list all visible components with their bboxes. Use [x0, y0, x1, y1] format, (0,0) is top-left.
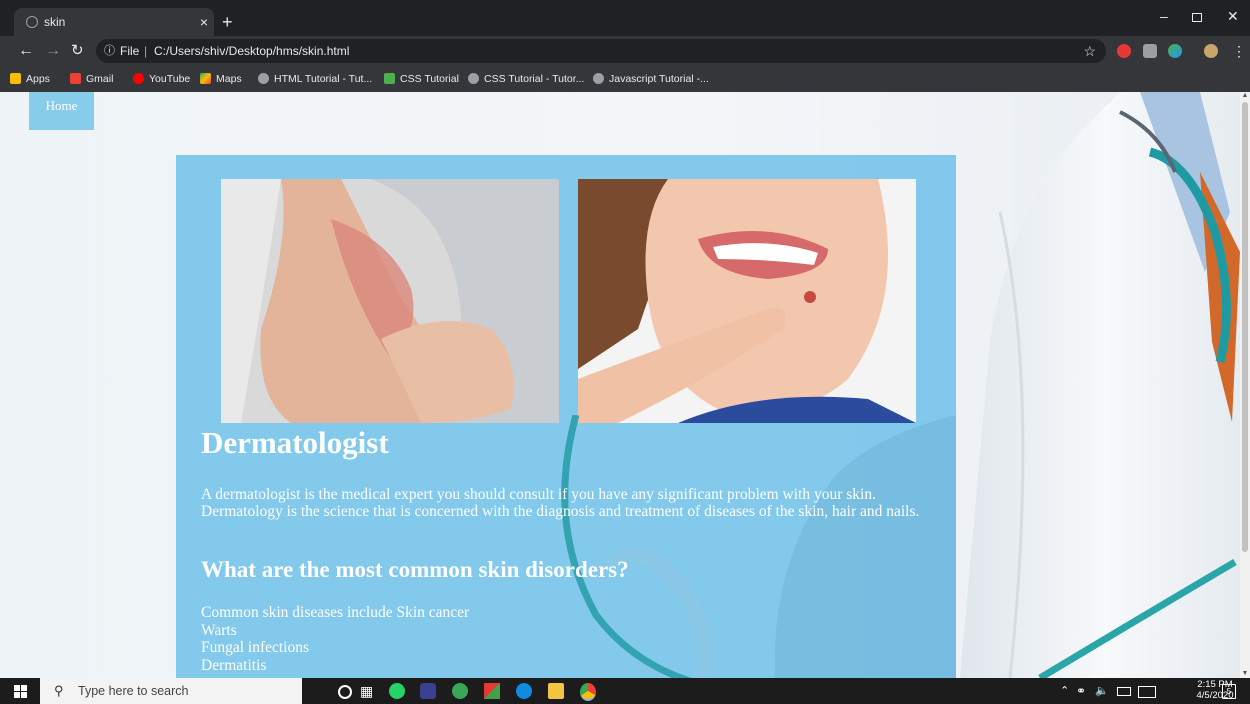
dev-app-icon[interactable]: [420, 683, 436, 699]
back-icon[interactable]: ←: [18, 41, 34, 61]
notification-icon[interactable]: 5: [1222, 684, 1236, 699]
section-heading: What are the most common skin disorders?: [201, 557, 629, 582]
list-item: Fungal infections: [201, 639, 310, 656]
gmail-icon: [70, 73, 81, 84]
reload-icon[interactable]: ↻: [71, 41, 84, 61]
scroll-up-icon[interactable]: ▲: [1240, 92, 1250, 100]
list-item: Dermatitis: [201, 656, 267, 674]
acne-photo: [578, 179, 916, 423]
extension-adblock-icon[interactable]: [1117, 44, 1131, 58]
search-icon: ⚲: [54, 683, 64, 698]
bookmark-apps[interactable]: Apps: [10, 71, 50, 87]
bookmark-html-tutorial[interactable]: HTML Tutorial - Tut...: [258, 71, 372, 87]
info-icon[interactable]: ⓘ: [104, 39, 115, 63]
store-icon[interactable]: [484, 683, 500, 699]
apps-grid-icon: [10, 73, 21, 84]
intro-paragraph: A dermatologist is the medical expert yo…: [201, 486, 920, 520]
menu-kebab-icon[interactable]: ⋮: [1232, 41, 1246, 61]
tab-close-icon[interactable]: ×: [200, 8, 208, 36]
scheme-label: File: [120, 44, 140, 58]
extension-gray-icon[interactable]: [1143, 44, 1157, 58]
search-placeholder: Type here to search: [78, 684, 189, 698]
tray-chevron-icon[interactable]: ⌃: [1060, 678, 1069, 704]
tab-strip: skin × + – ✕: [0, 0, 1250, 36]
new-tab-button[interactable]: +: [222, 8, 233, 36]
list-item: Common skin diseases include Skin cancer: [201, 604, 470, 621]
bookmark-css-tutorial[interactable]: CSS Tutorial: [384, 71, 459, 87]
address-bar[interactable]: ⓘ File | C:/Users/shiv/Desktop/hms/skin.…: [96, 39, 1106, 63]
task-view-icon[interactable]: ▦: [360, 683, 376, 699]
page-title: Dermatologist: [201, 425, 389, 460]
bookmark-maps[interactable]: Maps: [200, 71, 242, 87]
minimize-icon[interactable]: –: [1160, 8, 1168, 24]
elbow-rash-image: [221, 179, 559, 423]
browser-chrome: skin × + – ✕ ← → ↻ ⓘ File | C:/Users/shi…: [0, 0, 1250, 92]
bookmark-youtube[interactable]: YouTube: [133, 71, 190, 87]
skin-rash-photo: [221, 179, 559, 423]
face-acne-image: [578, 179, 916, 423]
home-nav-button[interactable]: Home: [29, 92, 94, 130]
windows-taskbar: ⚲ Type here to search ▦ ⌃ ⚭ 🔈 2:15 PM 4/…: [0, 678, 1250, 704]
forward-icon[interactable]: →: [45, 41, 61, 61]
bookmark-gmail[interactable]: Gmail: [70, 71, 113, 87]
tab-title: skin: [44, 15, 66, 29]
chrome-icon[interactable]: [580, 683, 596, 701]
window-close-icon[interactable]: ✕: [1227, 8, 1239, 25]
tab-skin[interactable]: skin ×: [14, 8, 214, 36]
youtube-icon: [133, 73, 144, 84]
taskbar-search[interactable]: ⚲ Type here to search: [40, 678, 302, 704]
cortana-icon[interactable]: [338, 685, 352, 699]
tutorial-icon: [468, 73, 479, 84]
windows-start-icon[interactable]: [14, 685, 27, 698]
volume-icon[interactable]: 🔈: [1095, 678, 1109, 704]
extension-color-icon[interactable]: [1168, 44, 1182, 58]
network-icon[interactable]: ⚭: [1076, 678, 1086, 704]
dermatologist-card: Dermatologist A dermatologist is the med…: [176, 155, 956, 678]
disorders-list: Common skin diseases include Skin cancer…: [201, 604, 469, 674]
bookmark-css-tutorial-2[interactable]: CSS Tutorial - Tutor...: [468, 71, 584, 87]
battery-icon[interactable]: [1117, 687, 1131, 696]
globe-icon: [26, 16, 38, 28]
whatsapp-icon[interactable]: [389, 683, 405, 699]
address-separator: |: [144, 44, 148, 58]
browser-toolbar: ← → ↻ ⓘ File | C:/Users/shiv/Desktop/hms…: [0, 36, 1250, 66]
file-explorer-icon[interactable]: [548, 683, 564, 699]
edge-icon[interactable]: [516, 683, 532, 699]
maps-icon: [200, 73, 211, 84]
list-item: Warts: [201, 621, 237, 639]
browser-green-icon[interactable]: [452, 683, 468, 699]
profile-avatar[interactable]: [1204, 44, 1218, 58]
page-scrollbar[interactable]: ▲ ▼: [1240, 92, 1250, 678]
tutorial-icon: [593, 73, 604, 84]
scrollbar-thumb[interactable]: [1242, 102, 1248, 552]
bookmarks-bar: Apps Gmail YouTube Maps HTML Tutorial - …: [0, 66, 1250, 92]
keyboard-icon[interactable]: [1138, 686, 1156, 698]
css-icon: [384, 73, 395, 84]
bookmark-javascript-tutorial[interactable]: Javascript Tutorial -...: [593, 71, 709, 87]
stethoscope-overlay: [561, 415, 956, 678]
page-viewport: Home Dermatologist A dermatologist is th…: [0, 92, 1250, 678]
maximize-icon[interactable]: [1192, 13, 1202, 22]
scroll-down-icon[interactable]: ▼: [1240, 670, 1250, 678]
tutorial-icon: [258, 73, 269, 84]
url-text[interactable]: C:/Users/shiv/Desktop/hms/skin.html: [154, 39, 349, 63]
bookmark-star-icon[interactable]: ☆: [1083, 39, 1096, 63]
